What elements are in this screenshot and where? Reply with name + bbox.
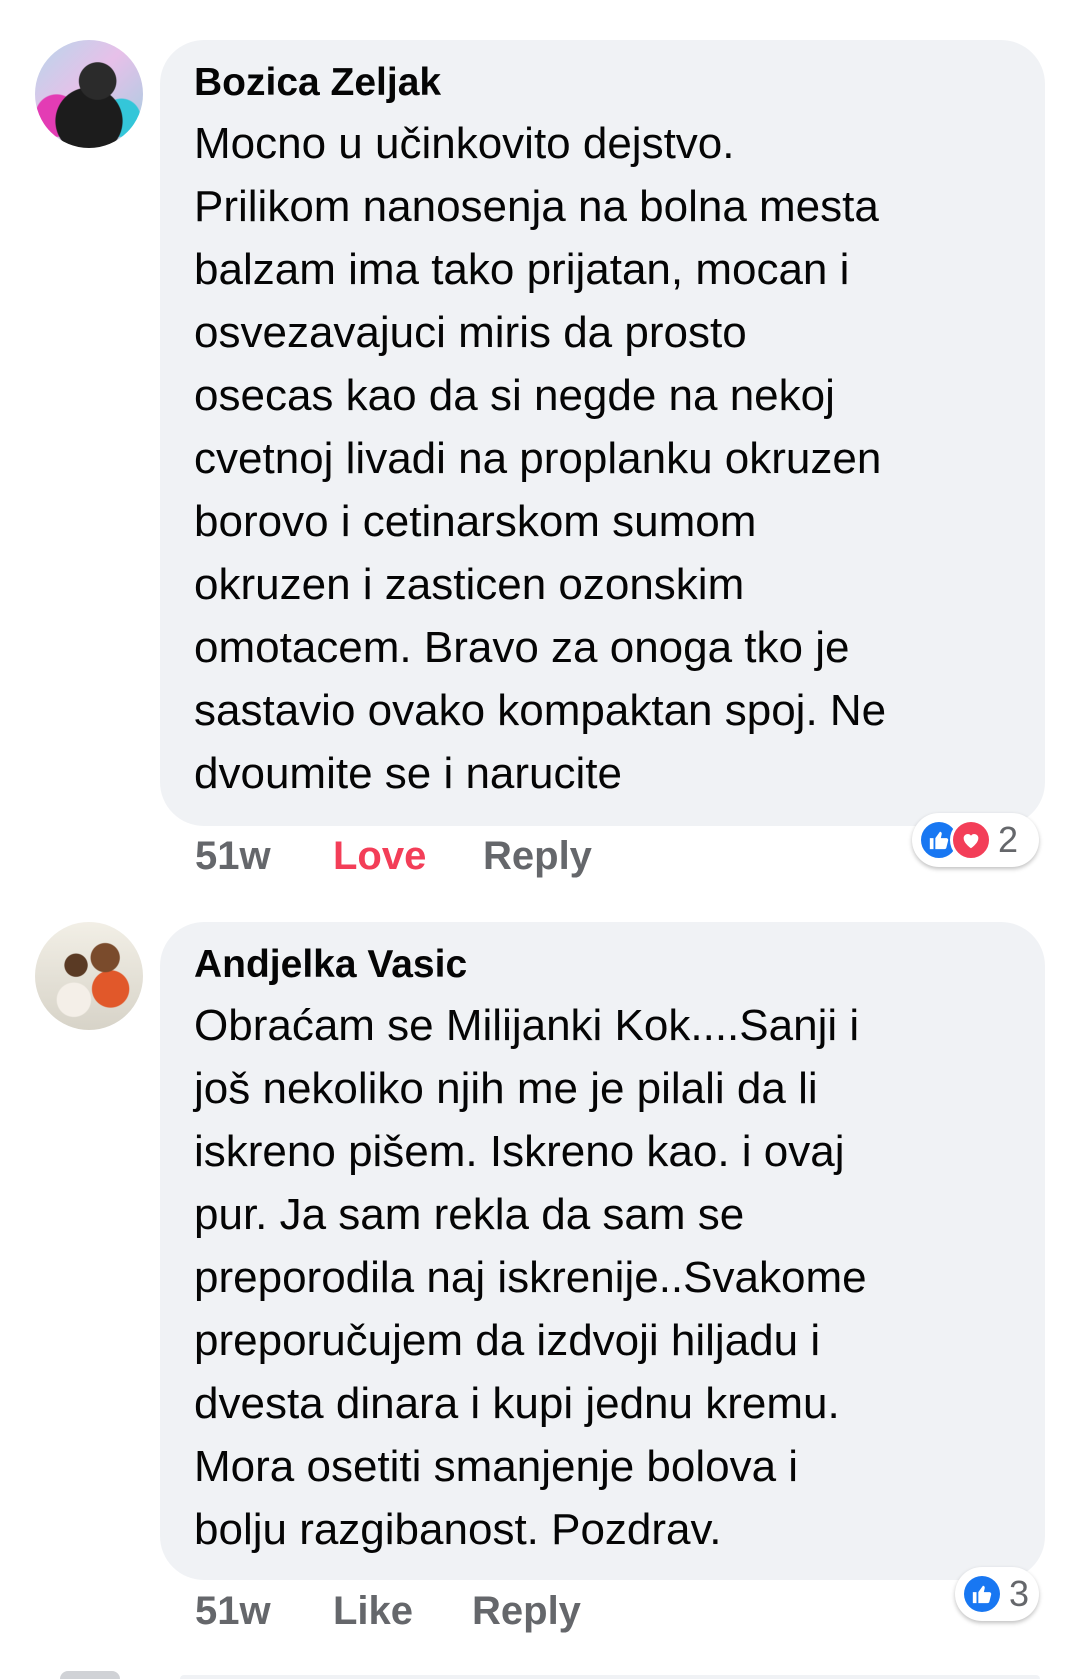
- reply-button[interactable]: Reply: [472, 1589, 581, 1634]
- avatar[interactable]: [35, 922, 143, 1030]
- next-comment-bubble-fragment: [180, 1675, 1040, 1679]
- comment-actions: 51w Love Reply: [195, 834, 995, 884]
- next-comment-avatar-fragment: [60, 1671, 120, 1679]
- comment-timestamp[interactable]: 51w: [195, 1589, 271, 1634]
- comment-bubble: Bozica Zeljak Mocno u učinkovito dejstvo…: [160, 40, 1045, 826]
- comment-author[interactable]: Bozica Zeljak: [194, 58, 1011, 108]
- comment-bubble: Andjelka Vasic Obraćam se Milijanki Kok.…: [160, 922, 1045, 1580]
- love-button[interactable]: Love: [333, 834, 426, 879]
- comment-timestamp[interactable]: 51w: [195, 834, 271, 879]
- comment-actions: 51w Like Reply: [195, 1589, 995, 1639]
- avatar[interactable]: [35, 40, 143, 148]
- reply-button[interactable]: Reply: [483, 834, 592, 879]
- like-button[interactable]: Like: [333, 1589, 413, 1634]
- comment-text: Obraćam se Milijanki Kok....Sanji i još …: [194, 1001, 867, 1554]
- previous-comment-actions-fragment: [190, 0, 610, 6]
- comment-author[interactable]: Andjelka Vasic: [194, 940, 1011, 990]
- reaction-count: 3: [1008, 1573, 1029, 1614]
- comment-text: Mocno u učinkovito dejstvo. Prilikom nan…: [194, 119, 887, 798]
- reaction-count: 2: [998, 819, 1019, 860]
